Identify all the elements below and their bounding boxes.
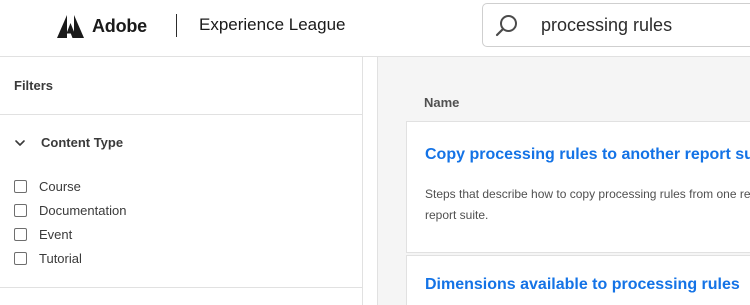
chevron-down-icon xyxy=(15,139,25,146)
filters-title: Filters xyxy=(14,78,54,93)
site-name-link[interactable]: Experience League xyxy=(199,15,346,35)
checkbox-label: Tutorial xyxy=(39,251,82,266)
page: Adobe Experience League processing rules… xyxy=(0,0,750,305)
filter-tutorial-checkbox[interactable]: Tutorial xyxy=(14,251,82,266)
result-description-line: report suite. xyxy=(425,208,489,222)
name-column-header: Name xyxy=(424,95,460,110)
result-title-link[interactable]: Dimensions available to processing rules xyxy=(425,276,740,294)
checkbox-icon[interactable] xyxy=(14,252,27,265)
result-card[interactable]: Dimensions available to processing rules xyxy=(406,255,750,305)
result-card[interactable]: Copy processing rules to another report … xyxy=(406,121,750,253)
sidebar-divider xyxy=(0,114,363,115)
results-panel: Name Copy processing rules to another re… xyxy=(377,57,750,305)
checkbox-icon[interactable] xyxy=(14,204,27,217)
brand-name: Adobe xyxy=(92,15,147,36)
checkbox-label: Event xyxy=(39,227,73,242)
top-header: Adobe Experience League processing rules xyxy=(0,0,750,57)
filters-sidebar: Filters Content Type Course Documentatio… xyxy=(0,57,363,305)
search-icon[interactable] xyxy=(495,14,519,38)
search-input[interactable]: processing rules xyxy=(482,3,750,47)
filter-event-checkbox[interactable]: Event xyxy=(14,227,72,242)
content-type-toggle[interactable]: Content Type xyxy=(14,135,123,150)
adobe-logo-icon xyxy=(57,14,84,38)
checkbox-label: Documentation xyxy=(39,203,127,218)
checkbox-icon[interactable] xyxy=(14,228,27,241)
adobe-brand-link[interactable]: Adobe xyxy=(57,12,147,40)
search-query-text: processing rules xyxy=(541,15,673,35)
result-description-line: Steps that describe how to copy processi… xyxy=(425,187,750,201)
content-type-label: Content Type xyxy=(41,135,124,150)
brand-divider xyxy=(176,14,177,37)
filter-documentation-checkbox[interactable]: Documentation xyxy=(14,203,126,218)
filter-course-checkbox[interactable]: Course xyxy=(14,179,81,194)
sidebar-divider xyxy=(0,287,363,288)
checkbox-icon[interactable] xyxy=(14,180,27,193)
result-description: Steps that describe how to copy processi… xyxy=(425,184,750,226)
result-title-link[interactable]: Copy processing rules to another report … xyxy=(425,146,750,164)
checkbox-label: Course xyxy=(39,179,81,194)
